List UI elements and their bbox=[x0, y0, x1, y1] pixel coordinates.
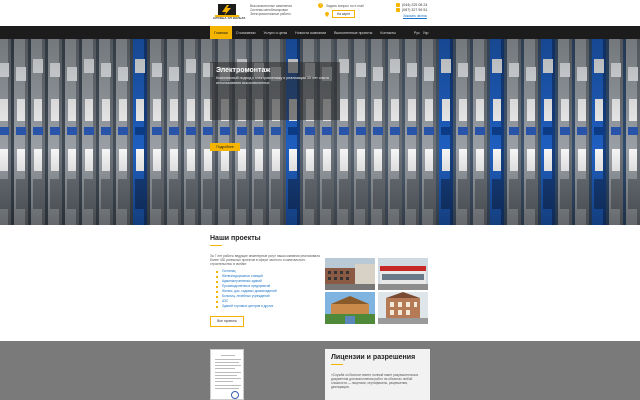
project-photo bbox=[325, 258, 375, 290]
nav-item-contacts[interactable]: Контакты bbox=[376, 26, 400, 39]
project-thumbnail[interactable] bbox=[378, 292, 428, 324]
doc-line bbox=[215, 372, 241, 373]
project-photo bbox=[325, 292, 375, 324]
question-link[interactable]: Задать вопрос по e-mail bbox=[326, 4, 364, 8]
tagline: Высоковольтные изменения Системы автобло… bbox=[250, 4, 310, 16]
projects-intro: За 7 лет работы ведущие инженерные услуг… bbox=[210, 254, 320, 266]
site-header: СЛУЖБА ЭЛ ВОЛЬТА Высоковольтные изменени… bbox=[0, 0, 640, 26]
title-underline bbox=[331, 364, 343, 365]
map-pin-icon bbox=[325, 11, 329, 17]
projects-section: Наши проекты За 7 лет работы ведущие инж… bbox=[0, 225, 640, 341]
doc-line bbox=[215, 375, 237, 376]
logo-caption: СЛУЖБА ЭЛ ВОЛЬТА bbox=[213, 16, 246, 20]
lang-uk[interactable]: Укр bbox=[423, 31, 429, 35]
language-switch: Рус Укр bbox=[414, 26, 429, 39]
projects-title: Наши проекты bbox=[210, 235, 261, 242]
doc-line bbox=[215, 362, 239, 363]
doc-line bbox=[215, 365, 241, 366]
phone-icon bbox=[396, 3, 400, 7]
hero-banner: Электромонтаж Комплексный подход к элект… bbox=[0, 39, 640, 225]
callback-link[interactable]: Заказать звонок bbox=[403, 14, 427, 18]
project-thumbnail[interactable] bbox=[378, 258, 428, 290]
lang-ru[interactable]: Рус bbox=[414, 31, 420, 35]
projects-list: Гостиниц Железнодорожных станций Админис… bbox=[216, 269, 277, 309]
stamp-icon bbox=[231, 391, 239, 399]
licenses-text: «Служба эл.Вольта» имеет полный пакет ра… bbox=[331, 373, 419, 389]
doc-line bbox=[215, 368, 235, 369]
doc-line bbox=[221, 355, 235, 356]
project-thumbnail[interactable] bbox=[325, 292, 375, 324]
nav-item-services[interactable]: Услуги и цены bbox=[260, 26, 292, 39]
hero-more-button[interactable]: Подробнее bbox=[210, 143, 240, 151]
project-photo bbox=[378, 292, 428, 324]
map-row[interactable]: На карте bbox=[325, 10, 356, 18]
hero-title: Электромонтаж bbox=[216, 67, 271, 74]
question-row[interactable]: ? Задать вопрос по e-mail bbox=[318, 3, 364, 8]
license-document-image[interactable] bbox=[210, 349, 244, 400]
nav-item-home[interactable]: Главная bbox=[210, 26, 232, 39]
all-projects-button[interactable]: Все проекты bbox=[210, 316, 244, 327]
map-button[interactable]: На карте bbox=[332, 10, 356, 18]
licenses-section: Лицензии и разрешения «Служба эл.Вольта»… bbox=[0, 341, 640, 400]
doc-line bbox=[215, 359, 241, 360]
nav-item-projects[interactable]: Выполненные проекты bbox=[330, 26, 376, 39]
doc-line bbox=[215, 378, 241, 379]
phone-list: (044) 225 08 24 (067) 327 59 51 bbox=[402, 3, 427, 13]
phone-number[interactable]: (067) 327 59 51 bbox=[402, 8, 427, 13]
list-item[interactable]: Зданий торговых центров и других bbox=[216, 304, 277, 309]
hero-description: Комплексный подход к электромонтажу и ре… bbox=[216, 76, 329, 85]
nav-item-about[interactable]: О компании bbox=[232, 26, 260, 39]
question-icon: ? bbox=[318, 3, 323, 8]
doc-line bbox=[215, 381, 233, 382]
hero-text: Комплексный подход к электромонтажу и ре… bbox=[216, 76, 336, 85]
title-underline bbox=[210, 245, 222, 246]
project-thumbnail[interactable] bbox=[325, 258, 375, 290]
doc-line bbox=[215, 385, 241, 386]
main-nav: Главная О компании Услуги и цены Новости… bbox=[0, 26, 640, 39]
doc-line bbox=[215, 388, 239, 389]
mobile-icon bbox=[396, 8, 400, 12]
tagline-line: Электромонтажные работы bbox=[250, 12, 291, 16]
licenses-title: Лицензии и разрешения bbox=[331, 354, 416, 361]
nav-item-news[interactable]: Новости компании bbox=[291, 26, 330, 39]
nav-items: Главная О компании Услуги и цены Новости… bbox=[210, 26, 429, 39]
project-photo bbox=[378, 258, 428, 290]
